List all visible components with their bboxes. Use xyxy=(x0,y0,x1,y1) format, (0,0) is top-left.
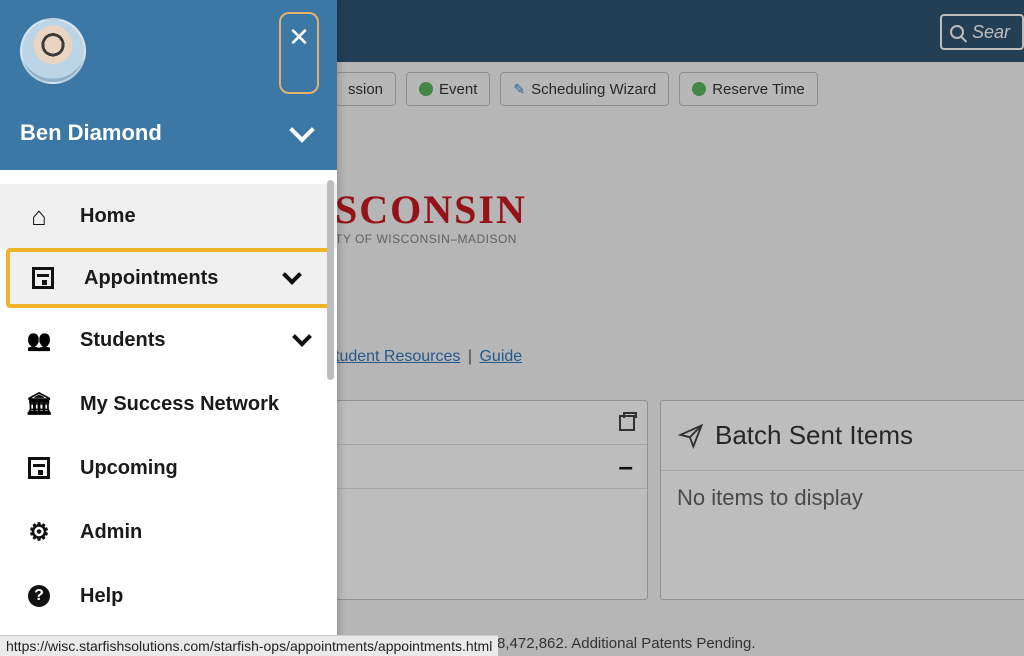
patent-footer: 8,472,862. Additional Patents Pending. xyxy=(497,635,756,652)
wizard-label: Scheduling Wizard xyxy=(531,81,656,98)
logo-subline: TY OF WISCONSIN–MADISON xyxy=(335,232,527,246)
batch-sent-title: Batch Sent Items xyxy=(715,420,913,451)
nav-students-label: Students xyxy=(80,329,267,352)
link-sep: | xyxy=(465,348,475,365)
nav-admin-label: Admin xyxy=(80,521,315,544)
close-icon: ✕ xyxy=(288,24,310,50)
home-icon xyxy=(26,203,52,229)
add-icon xyxy=(692,82,706,96)
date-panel-collapse[interactable]: – xyxy=(336,445,647,489)
reserve-label: Reserve Time xyxy=(712,81,805,98)
wand-icon: ✎ xyxy=(513,81,525,98)
batch-sent-panel: Batch Sent Items No items to display xyxy=(660,400,1024,600)
drawer-nav: Home Appointments Students My Success Ne… xyxy=(0,170,337,656)
institution-icon xyxy=(26,391,52,417)
people-icon xyxy=(26,327,52,353)
student-resources-link[interactable]: tudent Resources xyxy=(335,348,460,365)
nav-home[interactable]: Home xyxy=(0,184,337,248)
drawer-header: ✕ Ben Diamond xyxy=(0,0,337,170)
global-search-input[interactable]: Sear xyxy=(940,14,1024,50)
close-drawer-button[interactable]: ✕ xyxy=(279,12,319,94)
event-button[interactable]: Event xyxy=(406,72,490,106)
institution-logo: SCONSIN TY OF WISCONSIN–MADISON xyxy=(335,190,527,246)
batch-sent-empty: No items to display xyxy=(661,471,1024,525)
chevron-down-icon xyxy=(282,265,302,285)
browser-status-url: https://wisc.starfishsolutions.com/starf… xyxy=(0,635,498,656)
nav-appointments-label: Appointments xyxy=(84,267,257,290)
batch-sent-header: Batch Sent Items xyxy=(661,401,1024,471)
logo-wordmark: SCONSIN xyxy=(335,190,527,230)
user-menu-toggle[interactable]: Ben Diamond xyxy=(20,120,317,146)
date-panel-header[interactable] xyxy=(336,401,647,445)
reserve-time-button[interactable]: Reserve Time xyxy=(679,72,818,106)
add-icon xyxy=(419,82,433,96)
navigation-drawer: ✕ Ben Diamond Home Appointments Students… xyxy=(0,0,337,656)
session-label: ssion xyxy=(348,81,383,98)
nav-success-network[interactable]: My Success Network xyxy=(0,372,337,436)
chevron-down-icon xyxy=(292,327,312,347)
calendar-icon xyxy=(30,265,56,291)
nav-students[interactable]: Students xyxy=(0,308,337,372)
user-name: Ben Diamond xyxy=(20,120,162,146)
session-button[interactable]: ssion xyxy=(335,72,396,106)
resource-links: tudent Resources | Guide xyxy=(335,348,522,366)
date-panel: – xyxy=(335,400,648,600)
gear-icon xyxy=(26,519,52,545)
nav-help[interactable]: ? Help xyxy=(0,564,337,628)
minus-icon: – xyxy=(619,451,633,482)
paper-plane-icon xyxy=(677,422,705,450)
nav-success-network-label: My Success Network xyxy=(80,393,315,416)
search-placeholder: Sear xyxy=(972,22,1010,43)
help-icon: ? xyxy=(26,583,52,609)
calendar-picker-icon[interactable] xyxy=(619,415,635,431)
guide-link[interactable]: Guide xyxy=(479,348,522,365)
event-label: Event xyxy=(439,81,477,98)
calendar-icon xyxy=(26,455,52,481)
nav-appointments[interactable]: Appointments xyxy=(6,248,331,308)
nav-divider xyxy=(0,170,337,184)
nav-upcoming-label: Upcoming xyxy=(80,457,315,480)
chevron-down-icon xyxy=(289,117,314,142)
nav-admin[interactable]: Admin xyxy=(0,500,337,564)
nav-upcoming[interactable]: Upcoming xyxy=(0,436,337,500)
user-avatar[interactable] xyxy=(20,18,86,84)
search-icon xyxy=(950,25,964,39)
nav-home-label: Home xyxy=(80,205,315,228)
scheduling-wizard-button[interactable]: ✎ Scheduling Wizard xyxy=(500,72,669,106)
nav-help-label: Help xyxy=(80,585,315,608)
